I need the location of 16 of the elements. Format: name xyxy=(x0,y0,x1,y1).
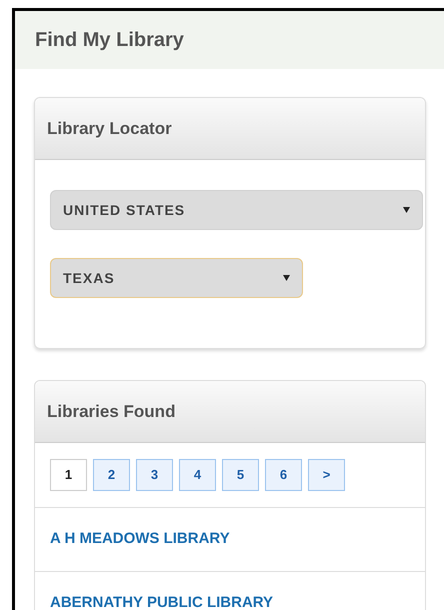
library-link[interactable]: ABERNATHY PUBLIC LIBRARY xyxy=(50,592,274,610)
library-link[interactable]: A H MEADOWS LIBRARY xyxy=(50,528,230,551)
page-button[interactable]: 3 xyxy=(136,459,173,491)
card-title: Libraries Found xyxy=(47,400,176,423)
page-button[interactable]: > xyxy=(308,459,345,491)
page-button[interactable]: 6 xyxy=(265,459,302,491)
dropdown-select[interactable]: TEXAS xyxy=(50,258,303,298)
dropdown-select[interactable]: UNITED STATES xyxy=(50,190,423,230)
page-button[interactable]: 4 xyxy=(179,459,216,491)
page-button[interactable]: 5 xyxy=(222,459,259,491)
caret-icon xyxy=(403,206,410,214)
page-button[interactable]: 2 xyxy=(93,459,130,491)
caret-icon xyxy=(283,274,290,282)
page-button[interactable]: 1 xyxy=(50,459,87,491)
card-title: Library Locator xyxy=(47,118,172,140)
page-title: Find My Library xyxy=(35,28,184,53)
